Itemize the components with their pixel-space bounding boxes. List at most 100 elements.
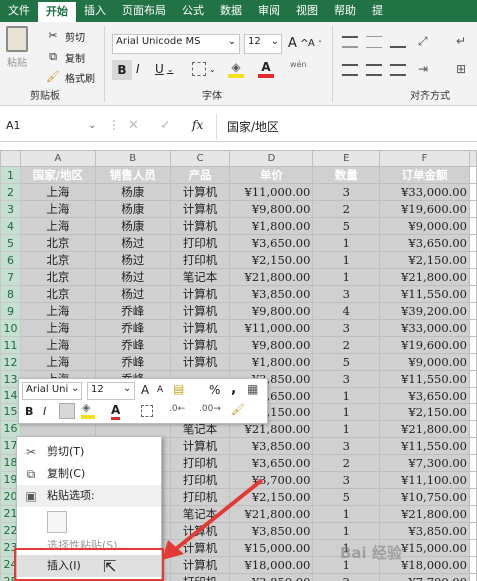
- mini-borders-button[interactable]: [141, 405, 153, 417]
- table-cell[interactable]: [468, 302, 477, 321]
- align-center-icon[interactable]: [366, 64, 382, 76]
- table-cell[interactable]: ¥3,650.00: [229, 453, 314, 472]
- table-cell[interactable]: 1: [312, 521, 381, 540]
- table-cell[interactable]: [468, 504, 477, 523]
- column-header[interactable]: B: [94, 150, 171, 168]
- row-header[interactable]: 11: [0, 336, 21, 355]
- table-cell[interactable]: ¥9,000.00: [379, 217, 470, 236]
- header-cell[interactable]: 国家/地区: [19, 166, 96, 185]
- table-cell[interactable]: ¥3,850.00: [229, 436, 314, 455]
- table-cell[interactable]: 1: [312, 234, 381, 253]
- name-box[interactable]: A1: [2, 118, 102, 138]
- table-cell[interactable]: 上海: [19, 353, 96, 372]
- table-cell[interactable]: ¥19,600.00: [379, 200, 470, 219]
- row-header[interactable]: 2: [0, 183, 21, 202]
- format-table-icon[interactable]: ▦: [247, 382, 258, 396]
- table-cell[interactable]: 3: [312, 370, 381, 389]
- table-cell[interactable]: 计算机: [169, 302, 231, 321]
- table-cell[interactable]: 乔峰: [94, 302, 171, 321]
- table-cell[interactable]: ¥7,300.00: [379, 453, 470, 472]
- column-header[interactable]: C: [169, 150, 231, 168]
- row-header[interactable]: 12: [0, 353, 21, 372]
- table-cell[interactable]: 乔峰: [94, 353, 171, 372]
- table-cell[interactable]: 计算机: [169, 436, 231, 455]
- chevron-down-icon[interactable]: ⌄: [123, 383, 131, 394]
- font-name-select[interactable]: Arial Unicode MS ⌄: [112, 34, 240, 54]
- copy-button[interactable]: ⧉ 复制: [44, 49, 85, 65]
- comma-button[interactable]: ,: [231, 381, 236, 397]
- ribbon-tab[interactable]: 开始: [38, 2, 76, 22]
- table-cell[interactable]: 打印机: [169, 234, 231, 253]
- table-cell[interactable]: ¥11,100.00: [379, 470, 470, 489]
- align-left-icon[interactable]: [342, 64, 358, 76]
- chevron-down-icon[interactable]: ⌄: [71, 383, 79, 394]
- table-cell[interactable]: [468, 285, 477, 304]
- table-cell[interactable]: ¥11,000.00: [229, 319, 314, 338]
- name-box-dropdown-icon[interactable]: ⌄: [88, 120, 96, 131]
- table-cell[interactable]: [468, 336, 477, 355]
- cut-button[interactable]: ✂ 剪切: [44, 28, 85, 44]
- table-cell[interactable]: 上海: [19, 200, 96, 219]
- italic-button[interactable]: I: [136, 62, 140, 76]
- column-header[interactable]: F: [379, 150, 470, 168]
- row-header[interactable]: 10: [0, 319, 21, 338]
- table-cell[interactable]: 4: [312, 302, 381, 321]
- table-cell[interactable]: 3: [312, 470, 381, 489]
- cancel-entry-icon[interactable]: ✕: [128, 118, 139, 133]
- table-cell[interactable]: [468, 387, 477, 405]
- table-cell[interactable]: 上海: [19, 217, 96, 236]
- mini-fill-color-button[interactable]: [81, 415, 95, 419]
- borders-button[interactable]: ⌄: [192, 62, 216, 76]
- ribbon-tab[interactable]: 数据: [212, 0, 250, 22]
- table-cell[interactable]: [468, 251, 477, 270]
- table-cell[interactable]: ¥3,650.00: [379, 234, 470, 253]
- table-cell[interactable]: 3: [312, 436, 381, 455]
- row-header[interactable]: 9: [0, 302, 21, 321]
- table-cell[interactable]: 上海: [19, 302, 96, 321]
- select-all-corner[interactable]: [0, 150, 21, 168]
- table-cell[interactable]: ¥39,200.00: [379, 302, 470, 321]
- mini-align-center-button[interactable]: [59, 403, 75, 419]
- table-cell[interactable]: 笔记本: [169, 268, 231, 287]
- table-cell[interactable]: 5: [312, 217, 381, 236]
- header-cell[interactable]: 产品: [169, 166, 231, 185]
- header-cell[interactable]: 订单金额: [379, 166, 470, 185]
- table-cell[interactable]: 北京: [19, 268, 96, 287]
- table-cell[interactable]: ¥9,800.00: [229, 336, 314, 355]
- paste-option-icon[interactable]: [47, 511, 67, 533]
- table-cell[interactable]: 计算机: [169, 217, 231, 236]
- table-cell[interactable]: ¥33,000.00: [379, 319, 470, 338]
- table-cell[interactable]: ¥10,750.00: [379, 487, 470, 506]
- header-cell[interactable]: 单价: [229, 166, 314, 185]
- table-cell[interactable]: 计算机: [169, 183, 231, 202]
- paste-button[interactable]: 粘贴: [6, 26, 28, 69]
- accounting-format-icon[interactable]: ▤: [173, 382, 184, 396]
- table-cell[interactable]: 1: [312, 268, 381, 287]
- wrap-icon[interactable]: ↵: [456, 34, 466, 48]
- table-cell[interactable]: 北京: [19, 251, 96, 270]
- table-cell[interactable]: 计算机: [169, 285, 231, 304]
- table-cell[interactable]: ¥21,800.00: [229, 268, 314, 287]
- table-cell[interactable]: 杨过: [94, 234, 171, 253]
- table-cell[interactable]: ¥3,850.00: [379, 521, 470, 540]
- table-cell[interactable]: 3: [312, 319, 381, 338]
- column-header[interactable]: E: [312, 150, 381, 168]
- table-cell[interactable]: [468, 234, 477, 253]
- table-cell[interactable]: [468, 200, 477, 219]
- table-cell[interactable]: [468, 453, 477, 472]
- shrink-font-button[interactable]: Aˇ: [308, 38, 322, 49]
- table-cell[interactable]: ¥11,550.00: [379, 370, 470, 389]
- table-cell[interactable]: 杨过: [94, 285, 171, 304]
- align-top-icon[interactable]: [342, 36, 358, 48]
- table-cell[interactable]: 1: [312, 419, 381, 438]
- bold-button[interactable]: B: [112, 60, 132, 80]
- table-cell[interactable]: 杨过: [94, 268, 171, 287]
- table-cell[interactable]: 北京: [19, 285, 96, 304]
- table-cell[interactable]: 1: [312, 403, 381, 421]
- mini-grow-font-button[interactable]: A: [141, 383, 149, 397]
- table-cell[interactable]: ¥19,600.00: [379, 336, 470, 355]
- ribbon-tab[interactable]: 提: [364, 0, 391, 22]
- ribbon-tab[interactable]: 公式: [174, 0, 212, 22]
- row-header[interactable]: 1: [0, 166, 21, 185]
- table-cell[interactable]: 打印机: [169, 572, 231, 581]
